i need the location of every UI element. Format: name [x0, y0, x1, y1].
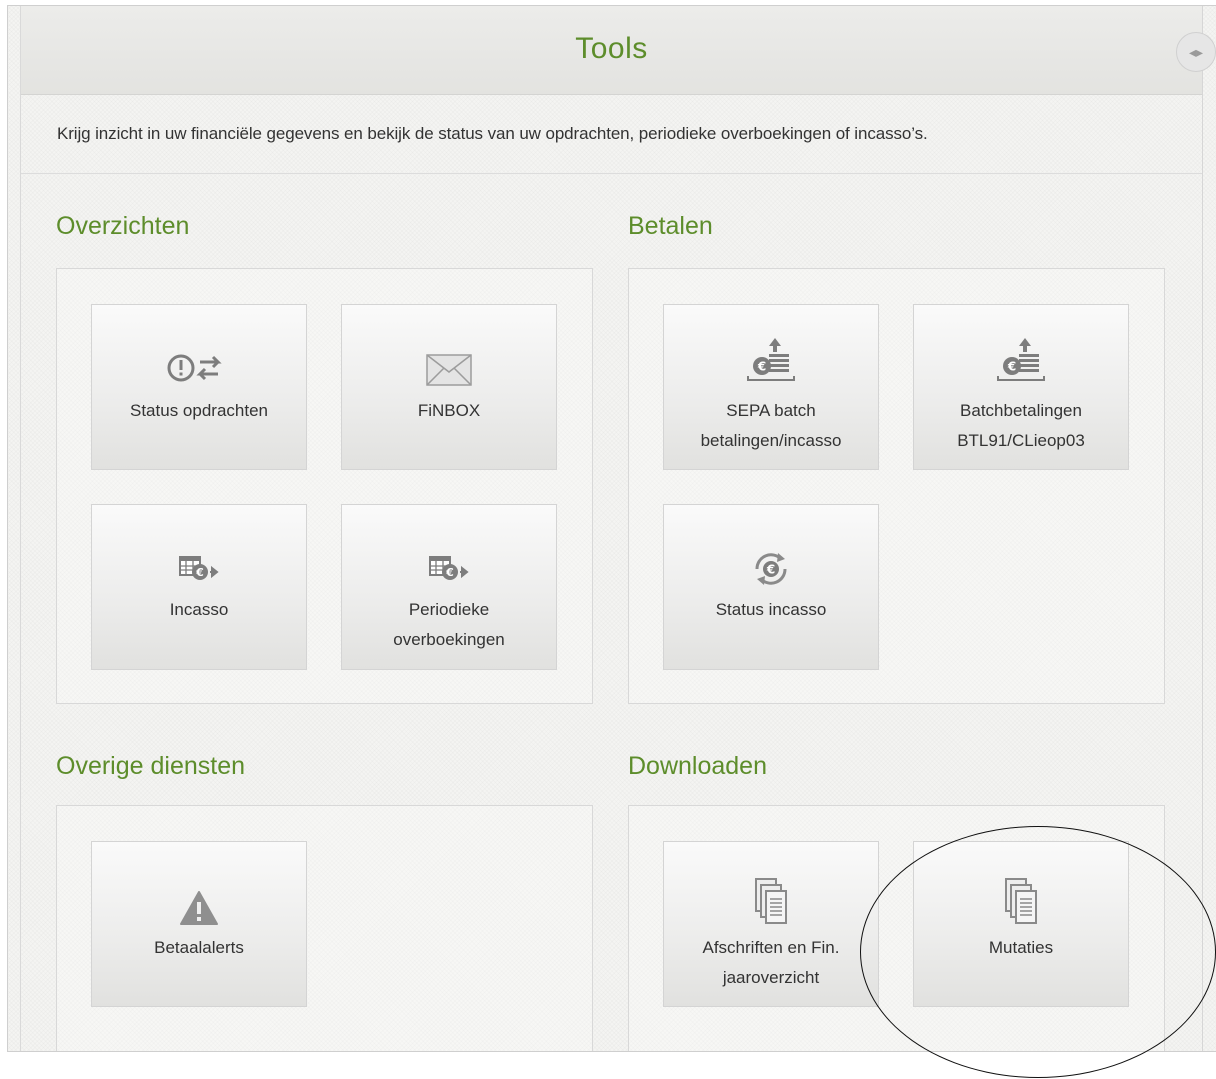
euro-upload-icon: €	[664, 338, 878, 384]
tile-label-line-2: betalingen/incasso	[700, 431, 842, 450]
section-title-overzichten: Overzichten	[56, 212, 190, 240]
tile-label: Mutaties	[988, 938, 1054, 957]
tile-sepa-batch[interactable]: € SEPA batch betalingen/incasso	[663, 304, 879, 470]
tile-betaalalerts[interactable]: Betaalalerts	[91, 841, 307, 1007]
tile-label-line-1: SEPA batch	[726, 401, 816, 420]
documents-icon	[664, 877, 878, 927]
tile-label: Betaalalerts	[154, 938, 244, 957]
tile-label-line-2: jaaroverzicht	[722, 968, 820, 987]
tile-status-incasso[interactable]: € Status incasso	[663, 504, 879, 670]
group-overzichten: Status opdrachten FiNBOX € Incasso € Per…	[56, 268, 593, 704]
euro-upload-icon: €	[914, 338, 1128, 384]
intro-text: Krijg inzicht in uw financiële gegevens …	[57, 124, 928, 143]
envelope-icon	[342, 354, 556, 386]
svg-text:€: €	[1007, 360, 1016, 374]
page-title: Tools	[575, 32, 648, 65]
tile-batchbetalingen[interactable]: € Batchbetalingen BTL91/CLieop03	[913, 304, 1129, 470]
documents-icon	[914, 877, 1128, 927]
intro-section: Krijg inzicht in uw financiële gegevens …	[21, 95, 1202, 174]
calendar-euro-icon: €	[342, 555, 556, 583]
svg-text:€: €	[766, 563, 775, 577]
tools-panel: Tools ◂▸ Krijg inzicht in uw financiële …	[7, 5, 1216, 1052]
group-betalen: € SEPA batch betalingen/incasso € Batchb…	[628, 268, 1165, 704]
tile-finbox[interactable]: FiNBOX	[341, 304, 557, 470]
panel-right-border	[1202, 6, 1203, 1051]
tile-label-line-2: BTL91/CLieop03	[957, 431, 1085, 450]
tile-periodieke-overboekingen[interactable]: € Periodieke overboekingen	[341, 504, 557, 670]
tile-incasso[interactable]: € Incasso	[91, 504, 307, 670]
tile-mutaties[interactable]: Mutaties	[913, 841, 1129, 1007]
tile-label: Status opdrachten	[130, 401, 268, 420]
euro-refresh-icon: €	[664, 551, 878, 587]
warning-icon	[92, 890, 306, 926]
section-title-overige-diensten: Overige diensten	[56, 752, 246, 780]
tile-label: Incasso	[169, 600, 229, 619]
tile-label-line-2: overboekingen	[393, 630, 505, 649]
calendar-euro-icon: €	[92, 555, 306, 583]
svg-text:€: €	[445, 566, 454, 579]
arrows-icon: ◂▸	[1188, 43, 1204, 60]
tile-label: FiNBOX	[417, 401, 481, 420]
tile-label-line-1: Afschriften en Fin.	[702, 938, 840, 957]
collapse-toggle-button[interactable]: ◂▸	[1176, 32, 1216, 72]
tile-afschriften[interactable]: Afschriften en Fin. jaaroverzicht	[663, 841, 879, 1007]
section-title-betalen: Betalen	[628, 212, 713, 240]
group-downloaden: Afschriften en Fin. jaaroverzicht Mutati…	[628, 805, 1165, 1051]
svg-text:€: €	[195, 566, 204, 579]
panel-header: Tools	[21, 6, 1202, 95]
tile-label: Status incasso	[715, 600, 827, 619]
tile-status-opdrachten[interactable]: Status opdrachten	[91, 304, 307, 470]
tile-label-line-1: Batchbetalingen	[960, 401, 1082, 420]
group-overige-diensten: Betaalalerts	[56, 805, 593, 1051]
tile-label-line-1: Periodieke	[408, 600, 490, 619]
svg-text:€: €	[757, 360, 766, 374]
section-title-downloaden: Downloaden	[628, 752, 767, 780]
status-exchange-icon	[92, 353, 306, 383]
